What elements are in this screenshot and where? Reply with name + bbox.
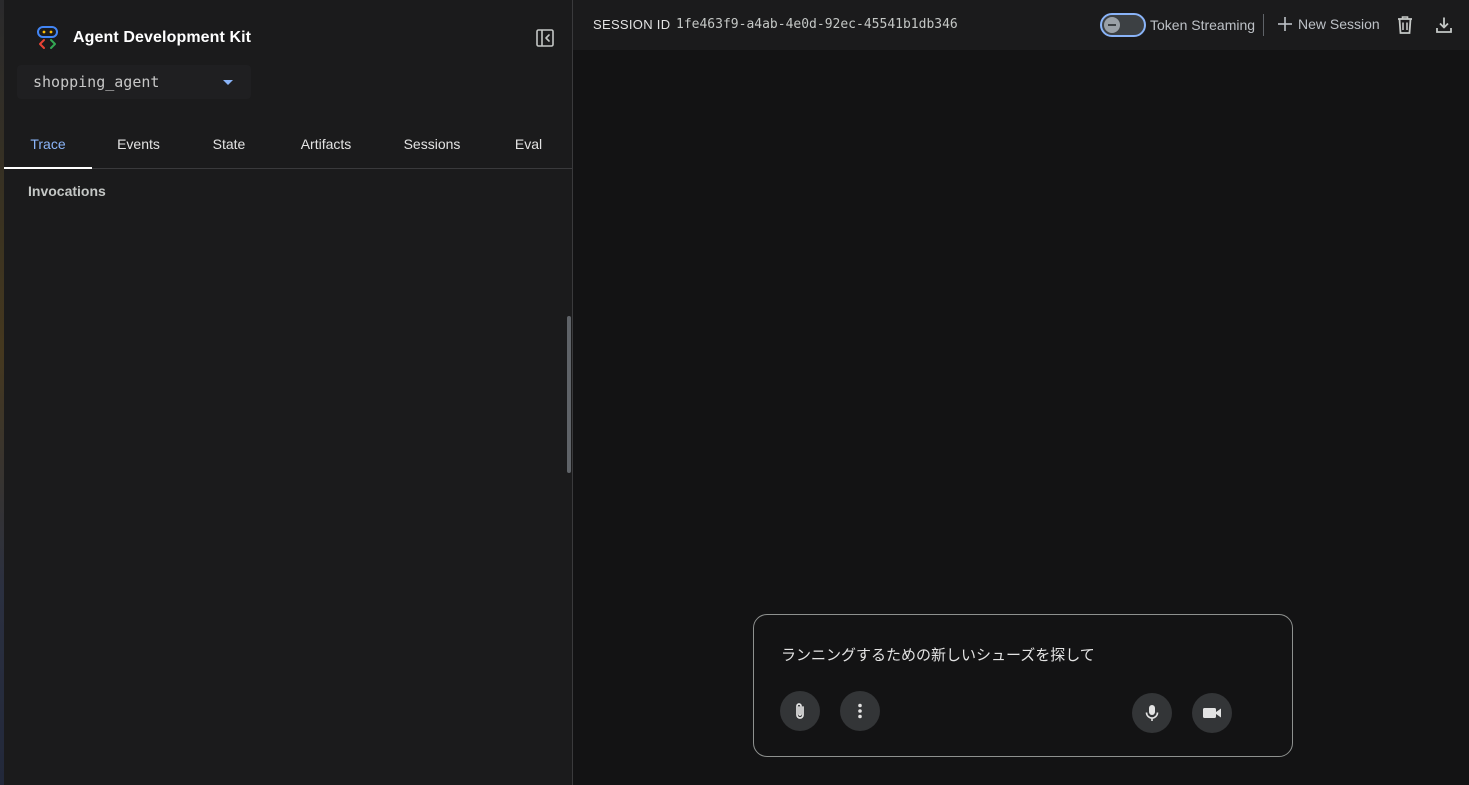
app-title: Agent Development Kit — [73, 28, 252, 46]
brand: Agent Development Kit — [34, 24, 251, 51]
toggle-knob — [1104, 17, 1120, 33]
more-options-button[interactable] — [840, 691, 880, 731]
main-panel: SESSION ID 1fe463f9-a4ab-4e0d-92ec-45541… — [573, 0, 1469, 785]
message-composer: ランニングするための新しいシューズを探して — [753, 614, 1293, 757]
tab-sessions[interactable]: Sessions — [379, 120, 485, 168]
token-streaming-toggle[interactable] — [1100, 13, 1146, 37]
sidebar-collapse-icon — [536, 29, 554, 47]
agent-select-value: shopping_agent — [33, 73, 160, 91]
message-input[interactable]: ランニングするための新しいシューズを探して — [781, 644, 1095, 665]
plus-icon — [1278, 17, 1292, 31]
attach-file-button[interactable] — [780, 691, 820, 731]
video-button[interactable] — [1192, 693, 1232, 733]
sidebar: Agent Development Kit shopping_agent Tra… — [0, 0, 573, 785]
adk-logo-icon — [37, 26, 58, 49]
microphone-button[interactable] — [1132, 693, 1172, 733]
new-session-label: New Session — [1298, 16, 1380, 32]
topbar-divider — [1263, 14, 1264, 36]
paperclip-icon — [796, 703, 804, 719]
download-icon — [1436, 17, 1452, 33]
session-id-label: SESSION ID — [593, 17, 671, 32]
download-session-button[interactable] — [1432, 13, 1456, 37]
session-topbar: SESSION ID 1fe463f9-a4ab-4e0d-92ec-45541… — [573, 0, 1469, 50]
chevron-down-icon — [223, 79, 233, 85]
sidebar-scrollbar[interactable] — [567, 316, 571, 473]
session-id-value: 1fe463f9-a4ab-4e0d-92ec-45541b1db346 — [676, 17, 958, 32]
new-session-button[interactable]: New Session — [1276, 15, 1380, 33]
mic-icon — [1145, 705, 1159, 721]
tab-events[interactable]: Events — [92, 120, 185, 168]
token-streaming-label: Token Streaming — [1150, 17, 1256, 33]
tab-state[interactable]: State — [185, 120, 273, 168]
sidebar-collapse-button[interactable] — [533, 26, 557, 50]
tab-trace[interactable]: Trace — [4, 120, 92, 169]
adk-app: Agent Development Kit shopping_agent Tra… — [0, 0, 1469, 785]
window-edge — [0, 0, 4, 785]
delete-session-button[interactable] — [1393, 13, 1417, 37]
invocations-heading: Invocations — [28, 183, 106, 199]
videocam-icon — [1203, 708, 1221, 718]
tab-eval[interactable]: Eval — [485, 120, 572, 168]
sidebar-tabs: Trace Events State Artifacts Sessions Ev… — [4, 120, 572, 169]
agent-select[interactable]: shopping_agent — [17, 65, 251, 99]
tab-artifacts[interactable]: Artifacts — [273, 120, 379, 168]
more-vert-icon — [858, 703, 862, 719]
trash-icon — [1398, 16, 1412, 34]
